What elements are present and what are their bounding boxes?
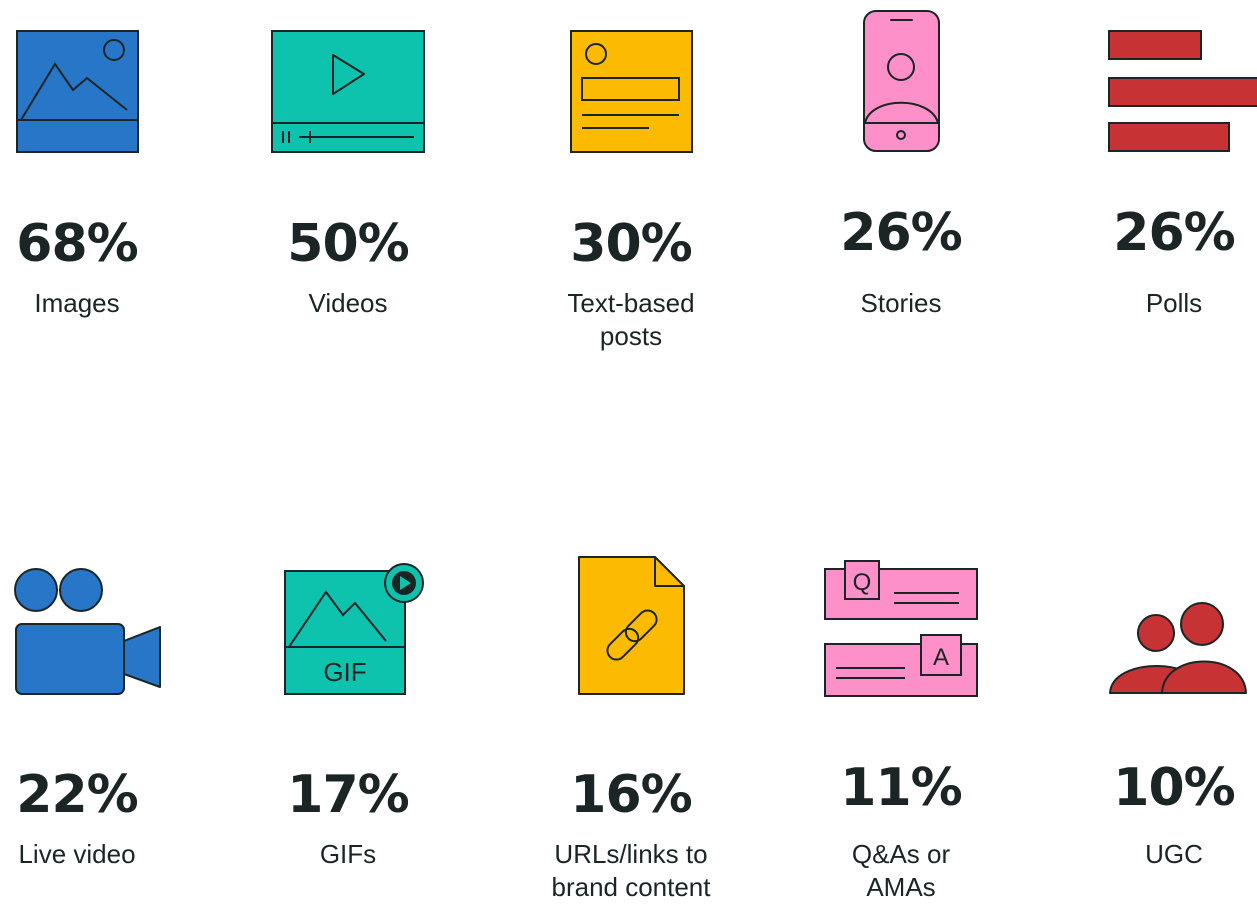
stat-label: Q&As or AMAs <box>851 839 951 902</box>
link-document-icon <box>578 556 685 695</box>
stat-value: 30% <box>570 214 692 274</box>
video-player-icon <box>271 30 425 153</box>
stat-value: 16% <box>570 765 692 825</box>
poll-bar-3 <box>1108 122 1230 152</box>
stat-value: 22% <box>16 765 138 825</box>
a-text: A <box>933 644 949 671</box>
stat-polls: 26% Polls <box>1054 0 1257 330</box>
qa-chat-icon: Q A <box>824 560 978 697</box>
users-icon <box>1109 602 1247 694</box>
poll-bars-icon <box>1108 30 1257 152</box>
stat-ugc: 10% UGC <box>1054 555 1257 875</box>
stat-gifs: GIF 17% GIFs <box>228 555 468 875</box>
image-icon <box>16 30 139 153</box>
stat-value: 50% <box>287 214 409 274</box>
q-text: Q <box>853 569 872 596</box>
stat-value: 26% <box>840 203 962 263</box>
phone-story-icon <box>863 10 940 152</box>
stat-label: Text-based posts <box>567 288 695 351</box>
gif-text: GIF <box>323 657 366 687</box>
video-camera-icon <box>14 568 161 695</box>
stat-value: 11% <box>840 758 962 818</box>
gif-icon: GIF <box>284 563 424 695</box>
stat-qas-amas: Q A 11% Q&As or AMAs <box>781 555 1021 909</box>
poll-bar-2 <box>1108 77 1257 107</box>
stat-label: Videos <box>308 288 388 318</box>
stat-value: 10% <box>1113 758 1235 818</box>
stat-label: Live video <box>18 839 136 869</box>
stat-value: 68% <box>16 214 138 274</box>
stat-text-based-posts: 30% Text-based posts <box>511 0 751 360</box>
stat-live-video: 22% Live video <box>0 555 197 875</box>
poll-bar-1 <box>1108 30 1202 60</box>
stat-videos: 50% Videos <box>228 0 468 330</box>
stat-urls-links: 16% URLs/links to brand content <box>511 555 751 909</box>
stat-label: UGC <box>1145 839 1203 869</box>
stat-value: 26% <box>1113 203 1235 263</box>
stat-label: URLs/links to brand content <box>551 839 711 902</box>
stat-label: Polls <box>1145 288 1203 318</box>
text-post-icon <box>570 30 693 153</box>
stat-images: 68% Images <box>0 0 197 330</box>
stat-label: Stories <box>860 288 942 318</box>
stat-label: GIFs <box>319 839 377 869</box>
stat-value: 17% <box>287 765 409 825</box>
stat-label: Images <box>34 288 120 318</box>
stat-stories: 26% Stories <box>781 0 1021 330</box>
